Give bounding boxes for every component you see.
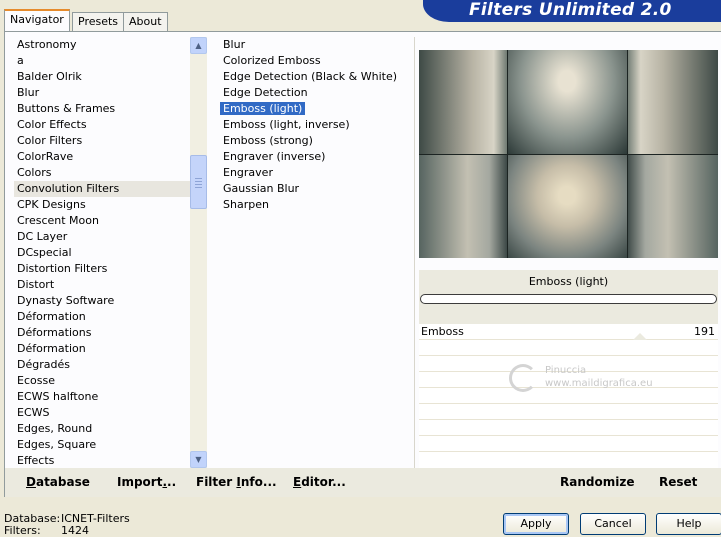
bottom-toolbar: Database Import... Filter Info... Editor… <box>5 468 721 497</box>
current-filter-name: Emboss (light) <box>528 275 609 288</box>
category-item[interactable]: Colors <box>14 165 190 181</box>
apply-button[interactable]: Apply <box>503 513 569 535</box>
category-item[interactable]: Blur <box>14 85 190 101</box>
category-list[interactable]: Astronomy a Balder Olrik Blur Buttons & Fram… <box>14 37 190 469</box>
scroll-up-button[interactable]: ▲ <box>190 37 207 54</box>
preview-image <box>419 50 718 258</box>
category-item[interactable]: Crescent Moon <box>14 213 190 229</box>
cancel-button[interactable]: Cancel <box>580 513 646 535</box>
chevron-down-icon: ▼ <box>195 455 202 464</box>
category-item[interactable]: ECWS halftone <box>14 389 190 405</box>
filter-item[interactable]: Colorized Emboss <box>220 53 410 69</box>
category-item[interactable]: Effects <box>14 453 190 469</box>
category-item[interactable]: Déformations <box>14 325 190 341</box>
filter-item[interactable]: Edge Detection (Black & White) <box>220 69 410 85</box>
category-item[interactable]: a <box>14 53 190 69</box>
category-item[interactable]: Dégradés <box>14 357 190 373</box>
chevron-up-icon: ▲ <box>195 41 202 50</box>
parameter-panel: Emboss 191 Pinuccia www.maildigrafica.eu <box>419 324 718 468</box>
category-item[interactable]: DCspecial <box>14 245 190 261</box>
swirl-logo-icon <box>509 364 537 392</box>
category-item[interactable]: Déformation <box>14 309 190 325</box>
editor-button[interactable]: Editor... <box>293 475 346 489</box>
app-title: Filters Unlimited 2.0 <box>469 0 672 20</box>
divider <box>414 37 415 468</box>
filter-info-area: Emboss (light) <box>419 270 718 324</box>
filter-list[interactable]: Blur Colorized Emboss Edge Detection (Blac… <box>220 37 410 213</box>
param-label: Emboss <box>421 325 464 338</box>
watermark: Pinuccia www.maildigrafica.eu <box>509 364 653 392</box>
category-item[interactable]: Déformation <box>14 341 190 357</box>
scroll-down-button[interactable]: ▼ <box>190 451 207 468</box>
slider-notch-icon <box>633 333 647 340</box>
filter-item[interactable]: Engraver <box>220 165 410 181</box>
category-scrollbar[interactable]: ▲ ▼ <box>190 37 207 468</box>
help-button[interactable]: Help <box>656 513 721 535</box>
category-item[interactable]: Edges, Square <box>14 437 190 453</box>
filter-item[interactable]: Engraver (inverse) <box>220 149 410 165</box>
tab-navigator[interactable]: Navigator <box>4 9 70 31</box>
tab-about[interactable]: About <box>123 12 168 31</box>
category-item[interactable]: Ecosse <box>14 373 190 389</box>
database-button[interactable]: Database <box>26 475 90 489</box>
filter-item[interactable]: Emboss (light) <box>220 101 410 117</box>
filter-info-button[interactable]: Filter Info... <box>196 475 277 489</box>
category-item[interactable]: Convolution Filters <box>14 181 190 197</box>
category-item[interactable]: ColorRave <box>14 149 190 165</box>
category-item[interactable]: DC Layer <box>14 229 190 245</box>
reset-button[interactable]: Reset <box>659 475 697 489</box>
import-button[interactable]: Import... <box>117 475 176 489</box>
filter-item[interactable]: Emboss (strong) <box>220 133 410 149</box>
progress-bar <box>420 294 717 304</box>
category-item[interactable]: Balder Olrik <box>14 69 190 85</box>
category-item[interactable]: ECWS <box>14 405 190 421</box>
filter-item[interactable]: Emboss (light, inverse) <box>220 117 410 133</box>
param-value: 191 <box>694 325 715 338</box>
filter-item[interactable]: Blur <box>220 37 410 53</box>
category-item[interactable]: CPK Designs <box>14 197 190 213</box>
scroll-thumb[interactable] <box>190 155 207 209</box>
category-item[interactable]: Edges, Round <box>14 421 190 437</box>
category-item[interactable]: Color Filters <box>14 133 190 149</box>
navigator-panel: Astronomy a Balder Olrik Blur Buttons & Fram… <box>4 31 721 497</box>
category-item[interactable]: Distortion Filters <box>14 261 190 277</box>
filter-item[interactable]: Edge Detection <box>220 85 410 101</box>
category-item[interactable]: Dynasty Software <box>14 293 190 309</box>
randomize-button[interactable]: Randomize <box>560 475 634 489</box>
filter-item[interactable]: Gaussian Blur <box>220 181 410 197</box>
tab-presets[interactable]: Presets <box>72 12 125 31</box>
category-item[interactable]: Color Effects <box>14 117 190 133</box>
category-item[interactable]: Buttons & Frames <box>14 101 190 117</box>
category-item[interactable]: Astronomy <box>14 37 190 53</box>
param-row-emboss[interactable]: Emboss 191 <box>419 324 718 340</box>
filter-item[interactable]: Sharpen <box>220 197 410 213</box>
category-item[interactable]: Distort <box>14 277 190 293</box>
brand-banner: Filters Unlimited 2.0 <box>423 0 721 22</box>
